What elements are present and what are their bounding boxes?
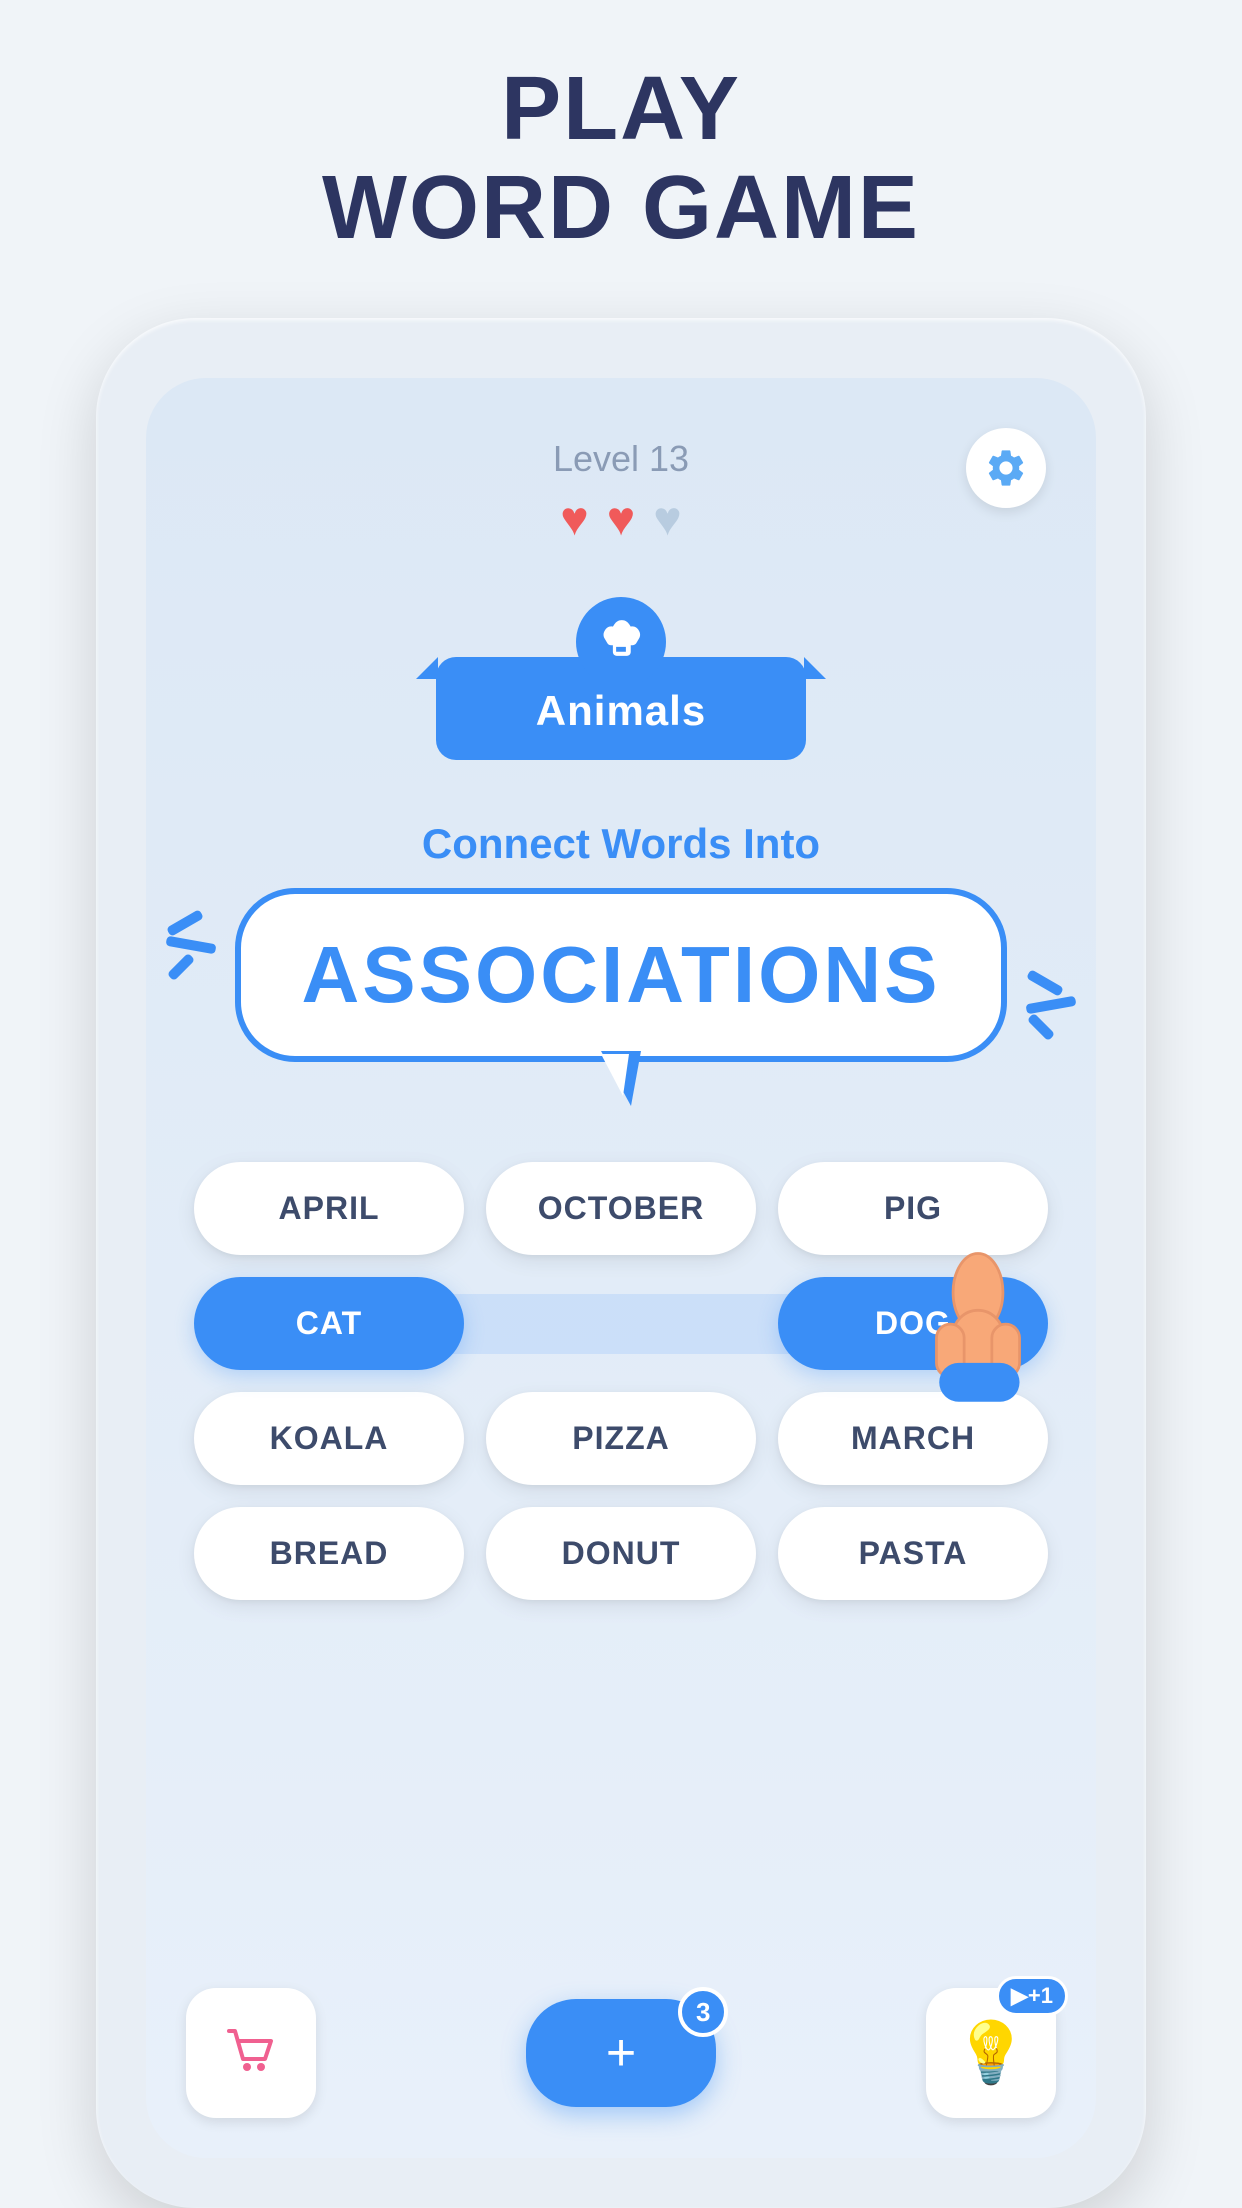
page-title: PLAY WORD GAME: [322, 60, 920, 258]
settings-button[interactable]: [966, 428, 1046, 508]
word-chip-bread[interactable]: BREAD: [194, 1507, 464, 1600]
word-row-4: BREAD DONUT PASTA: [186, 1507, 1056, 1600]
bulb-icon: 💡: [954, 2023, 1029, 2083]
heart-2: ♥: [607, 492, 636, 547]
word-chip-pasta[interactable]: PASTA: [778, 1507, 1048, 1600]
spark-line-1: [166, 909, 204, 937]
level-label: Level 13: [553, 438, 689, 480]
word-chip-koala[interactable]: KOALA: [194, 1392, 464, 1485]
spark-line-5: [1026, 996, 1077, 1015]
spark-line-6: [1027, 1013, 1055, 1041]
connection-line: [411, 1294, 831, 1354]
word-row-2: CAT DOG: [186, 1277, 1056, 1370]
hint-button[interactable]: 💡 ▶+1: [926, 1988, 1056, 2118]
add-button[interactable]: + 3: [526, 1999, 716, 2107]
gear-icon: [984, 446, 1028, 490]
word-row-3: KOALA PIZZA MARCH: [186, 1392, 1056, 1485]
spark-left: [166, 918, 216, 972]
word-chip-march[interactable]: MARCH: [778, 1392, 1048, 1485]
word-chip-april[interactable]: APRIL: [194, 1162, 464, 1255]
spark-line-4: [1026, 969, 1064, 997]
word-chip-dog[interactable]: DOG: [778, 1277, 1048, 1370]
spark-line-2: [166, 936, 217, 955]
word-row-1: APRIL OCTOBER PIG: [186, 1162, 1056, 1255]
category-badge: Animals: [436, 597, 806, 760]
word-chip-october[interactable]: OCTOBER: [486, 1162, 756, 1255]
category-icon-circle: [576, 597, 666, 687]
word-chip-pig[interactable]: PIG: [778, 1162, 1048, 1255]
spark-right: [1026, 978, 1076, 1032]
word-chip-cat[interactable]: CAT: [194, 1277, 464, 1370]
associations-label: ASSOCIATIONS: [301, 929, 940, 1021]
heart-1: ♥: [560, 492, 589, 547]
hearts-row: ♥ ♥ ♥: [553, 492, 689, 547]
elephant-icon: [595, 616, 647, 668]
cart-icon: [221, 2023, 281, 2083]
bottom-toolbar: + 3 💡 ▶+1: [186, 1988, 1056, 2118]
spark-line-3: [167, 953, 195, 981]
game-screen: Level 13 ♥ ♥ ♥ Animals Connect Words Int…: [146, 378, 1096, 2158]
word-grid: APRIL OCTOBER PIG CAT DOG: [186, 1162, 1056, 1600]
phone-frame: Level 13 ♥ ♥ ♥ Animals Connect Words Int…: [96, 318, 1146, 2208]
heart-3: ♥: [653, 492, 682, 547]
level-info: Level 13 ♥ ♥ ♥: [553, 438, 689, 547]
add-icon: +: [606, 2027, 636, 2079]
associations-bubble-area: ASSOCIATIONS: [196, 888, 1046, 1062]
category-label: Animals: [536, 687, 706, 734]
hint-count-badge: ▶+1: [996, 1976, 1068, 2016]
associations-bubble: ASSOCIATIONS: [235, 888, 1006, 1062]
connect-words-label: Connect Words Into: [422, 820, 820, 868]
word-chip-donut[interactable]: DONUT: [486, 1507, 756, 1600]
add-count-badge: 3: [678, 1987, 728, 2037]
shop-button[interactable]: [186, 1988, 316, 2118]
word-chip-pizza[interactable]: PIZZA: [486, 1392, 756, 1485]
